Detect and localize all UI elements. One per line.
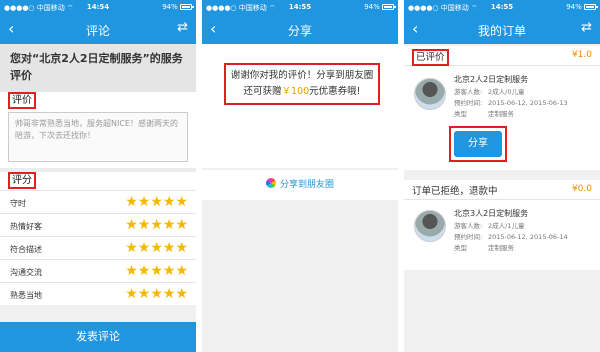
battery-percent: 94% [162,3,178,11]
order-header: 已评价 ¥1.0 [404,46,600,66]
order-price: ¥1.0 [571,50,592,60]
refresh-icon[interactable]: ⇄ [177,20,188,35]
comment-textarea[interactable]: 帅哥非常熟悉当地，服务超NICE！感谢两天的陪游，下次去还找你！ [8,112,188,162]
share-to-moments-button[interactable]: 分享到朋友圈 [202,170,398,200]
coupon-amount: ￥100 [281,86,310,97]
order-status: 已评价 [412,49,449,66]
battery-percent: 94% [364,3,380,11]
date-key: 预约时间: [454,99,483,107]
order-details: 北京3人2日定制服务 游客人数: 2成人/1儿童 预约时间: 2015-06-12,… [454,208,568,254]
avatar [414,78,446,110]
rating-row-accuracy: 符合描述 ★★★★★ [0,236,196,259]
rating-section-header: 评分 [0,172,196,190]
battery-icon [382,4,396,10]
avatar [414,210,446,242]
status-bar: ●●●●○ 中国移动 ⌔ 14:54 94% [0,0,196,14]
page-title: 分享 [287,24,312,38]
order-name: 北京2人2日定制服务 [454,75,529,84]
order-visitors: 游客人数: 2成人/1儿童 [454,221,568,232]
visitors-value: 2成人/1儿童 [488,222,525,230]
order-price: ¥0.0 [571,184,592,194]
battery-indicator: 94% [364,3,396,11]
battery-icon [180,4,194,10]
star-rating[interactable]: ★★★★★ [125,263,188,279]
order-type: 类型 定制服务 [454,109,568,120]
order-card[interactable]: 订单已拒绝，退款中 ¥0.0 北京3人2日定制服务 游客人数: 2成人/1儿童 预… [404,180,600,270]
type-key: 类型 [454,110,467,118]
rating-row-label: 熟悉当地 [10,291,42,300]
product-title: 您对“北京2人2日定制服务”的服务评价 [0,44,196,92]
rating-row-hospitality: 热情好客 ★★★★★ [0,213,196,236]
comment-label: 评价 [8,92,36,109]
visitors-key: 游客人数: [454,88,483,96]
nav-bar: ‹ 分享 [202,14,398,44]
date-key: 预约时间: [454,233,483,241]
star-rating[interactable]: ★★★★★ [125,240,188,256]
type-value: 定制服务 [488,244,514,252]
status-bar: ●●●●○ 中国移动 ⌔ 14:55 94% [404,0,600,14]
rating-row-label: 符合描述 [10,245,42,254]
order-status: 订单已拒绝，退款中 [412,186,498,197]
order-date: 预约时间: 2015-06-12, 2015-06-14 [454,232,568,243]
star-rating[interactable]: ★★★★★ [125,286,188,302]
submit-review-button[interactable]: 发表评论 [0,322,196,352]
share-message-line2: 还可获赠￥100元优惠券哦! [228,84,376,100]
comment-container: 帅哥非常熟悉当地，服务超NICE！感谢两天的陪游，下次去还找你！ [0,110,196,168]
order-date: 预约时间: 2015-06-12, 2015-06-13 [454,98,568,109]
battery-percent: 94% [566,3,582,11]
rating-list: 守时 ★★★★★ 热情好客 ★★★★★ 符合描述 ★★★★★ 沟通交流 ★★★★… [0,190,196,305]
type-key: 类型 [454,244,467,252]
nav-bar: ‹ 我的订单 ⇄ [404,14,600,44]
star-rating[interactable]: ★★★★★ [125,217,188,233]
date-value: 2015-06-12, 2015-06-14 [488,233,568,241]
visitors-value: 2成人/0儿童 [488,88,525,96]
rating-row-communication: 沟通交流 ★★★★★ [0,259,196,282]
refresh-icon[interactable]: ⇄ [581,20,592,35]
date-value: 2015-06-12, 2015-06-13 [488,99,568,107]
share-button-highlight: 分享 [449,126,507,162]
rating-row-local-knowledge: 熟悉当地 ★★★★★ [0,282,196,305]
status-bar: ●●●●○ 中国移动 ⌔ 14:55 94% [202,0,398,14]
nav-bar: ‹ 评论 ⇄ [0,14,196,44]
battery-indicator: 94% [162,3,194,11]
my-orders-screen: ●●●●○ 中国移动 ⌔ 14:55 94% ‹ 我的订单 ⇄ 已评价 ¥1.0… [404,0,600,352]
share-message-line1: 谢谢你对我的评价！分享到朋友圈 [230,70,374,81]
page-title: 评论 [85,24,110,38]
rating-row-label: 守时 [10,199,26,208]
rating-row-label: 热情好客 [10,222,42,231]
rating-row-label: 沟通交流 [10,268,42,277]
order-card[interactable]: 已评价 ¥1.0 北京2人2日定制服务 游客人数: 2成人/0儿童 预约时间: 20… [404,46,600,170]
share-button[interactable]: 分享 [454,131,502,157]
moments-icon [265,178,276,188]
order-details: 北京2人2日定制服务 游客人数: 2成人/0儿童 预约时间: 2015-06-12,… [454,74,568,120]
order-visitors: 游客人数: 2成人/0儿童 [454,87,568,98]
rating-label: 评分 [8,172,36,189]
share-screen: ●●●●○ 中国移动 ⌔ 14:55 94% ‹ 分享 谢谢你对我的评价！分享到… [202,0,398,352]
share-message-prefix: 还可获赠 [243,86,282,97]
battery-indicator: 94% [566,3,598,11]
share-message-suffix: 元优惠券哦! [309,86,361,97]
order-type: 类型 定制服务 [454,243,568,254]
share-message: 谢谢你对我的评价！分享到朋友圈 还可获赠￥100元优惠券哦! [224,63,380,105]
page-title: 我的订单 [477,24,526,38]
order-header: 订单已拒绝，退款中 ¥0.0 [404,180,600,200]
order-name: 北京3人2日定制服务 [454,209,529,218]
battery-icon [584,4,598,10]
comment-section-header: 评价 [0,92,196,110]
type-value: 定制服务 [488,110,514,118]
star-rating[interactable]: ★★★★★ [125,194,188,210]
share-to-moments-label: 分享到朋友圈 [279,180,334,190]
review-screen: ●●●●○ 中国移动 ⌔ 14:54 94% ‹ 评论 ⇄ 您对“北京2人2日定… [0,0,196,352]
rating-row-punctuality: 守时 ★★★★★ [0,190,196,213]
visitors-key: 游客人数: [454,222,483,230]
